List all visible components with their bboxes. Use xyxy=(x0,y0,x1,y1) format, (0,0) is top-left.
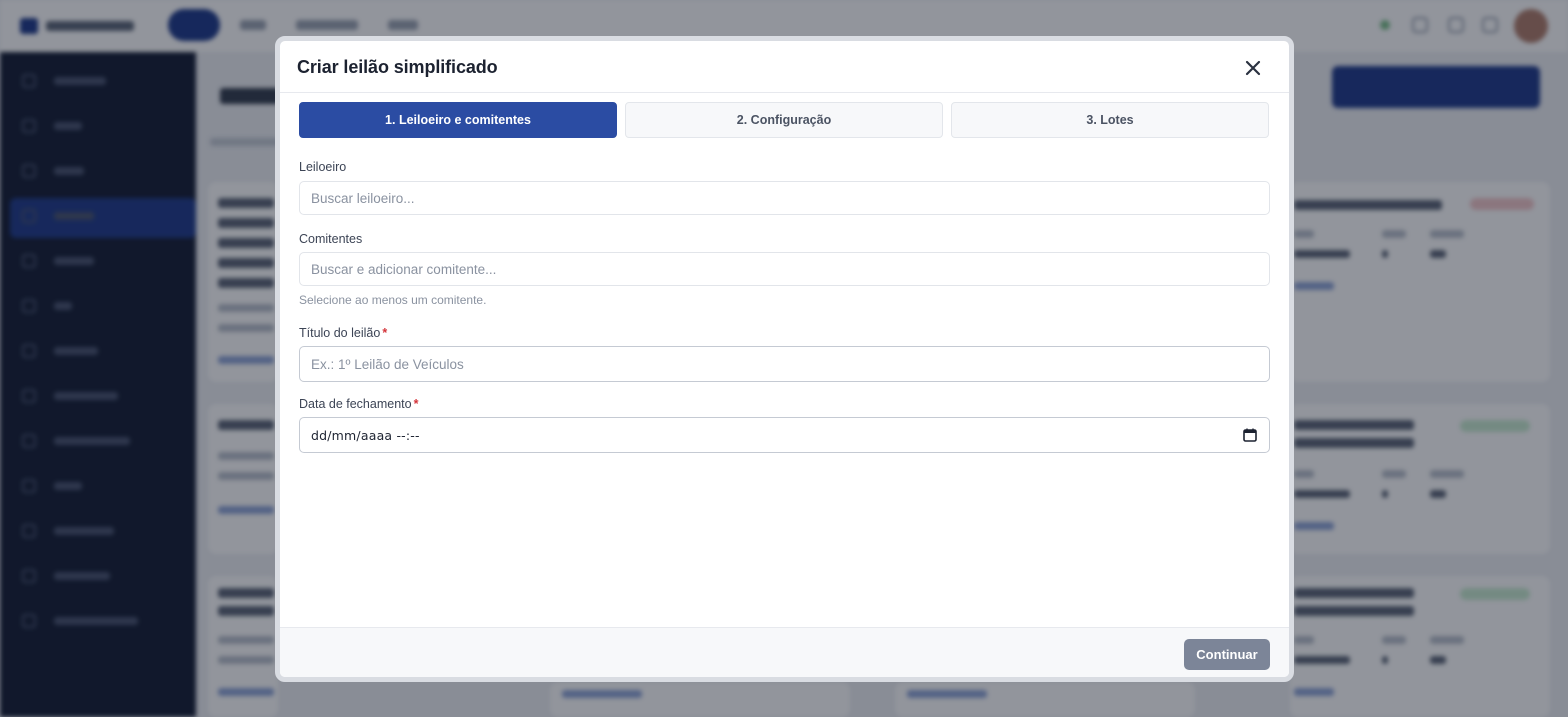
required-mark: * xyxy=(382,326,388,340)
titulo-placeholder: Ex.: 1º Leilão de Veículos xyxy=(311,356,464,372)
comitentes-hint: Selecione ao menos um comitente. xyxy=(299,293,487,307)
data-fechamento-label: Data de fechamento * xyxy=(299,397,418,411)
calendar-icon[interactable] xyxy=(1243,428,1257,442)
titulo-input[interactable]: Ex.: 1º Leilão de Veículos xyxy=(299,346,1270,382)
step-lotes[interactable]: 3. Lotes xyxy=(951,102,1269,138)
wizard-steps: 1. Leiloeiro e comitentes 2. Configuraçã… xyxy=(299,102,1270,138)
step-label: 3. Lotes xyxy=(1086,113,1134,127)
leiloeiro-placeholder: Buscar leiloeiro... xyxy=(311,190,415,206)
leiloeiro-label: Leiloeiro xyxy=(299,160,347,174)
data-fechamento-value: dd/mm/aaaa --:-- xyxy=(311,427,420,443)
data-fechamento-input[interactable]: dd/mm/aaaa --:-- xyxy=(299,417,1270,453)
step-label: 2. Configuração xyxy=(736,113,832,127)
comitentes-search-input[interactable]: Buscar e adicionar comitente... xyxy=(299,252,1270,286)
modal-header: Criar leilão simplificado xyxy=(280,41,1289,93)
close-icon xyxy=(1245,60,1261,76)
step-label: 1. Leiloeiro e comitentes xyxy=(385,113,531,127)
modal-title: Criar leilão simplificado xyxy=(297,57,498,77)
leiloeiro-search-input[interactable]: Buscar leiloeiro... xyxy=(299,181,1270,215)
step-configuracao[interactable]: 2. Configuração xyxy=(625,102,943,138)
comitentes-label: Comitentes xyxy=(299,232,363,246)
titulo-label: Título do leilão * xyxy=(299,326,387,340)
required-mark: * xyxy=(413,397,419,411)
data-fechamento-label-text: Data de fechamento xyxy=(299,397,412,411)
close-button[interactable] xyxy=(1243,58,1263,78)
create-auction-modal: Criar leilão simplificado 1. Leiloeiro e… xyxy=(275,36,1294,682)
modal-footer: Continuar xyxy=(280,627,1289,677)
comitentes-placeholder: Buscar e adicionar comitente... xyxy=(311,261,497,277)
titulo-label-text: Título do leilão xyxy=(299,326,381,340)
continue-button[interactable]: Continuar xyxy=(1184,639,1270,670)
step-leiloeiro-comitentes[interactable]: 1. Leiloeiro e comitentes xyxy=(299,102,617,138)
